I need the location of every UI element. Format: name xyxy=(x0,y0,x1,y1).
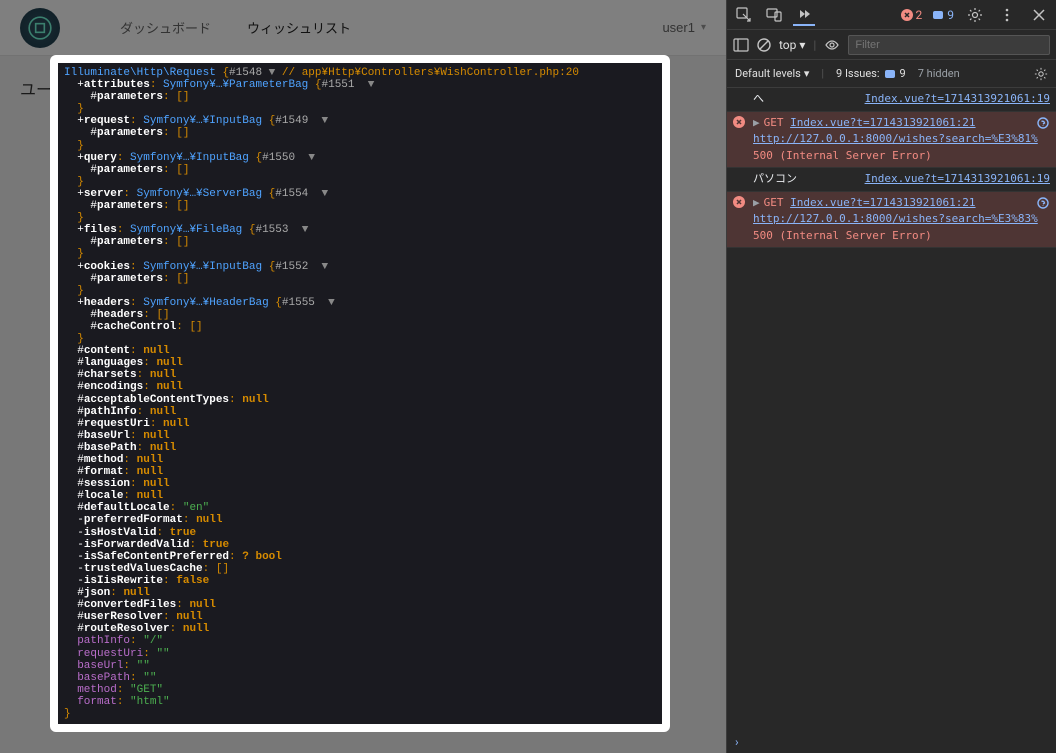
console-error: ▶ GET Index.vue?t=1714313921061:21 http://… xyxy=(727,192,1056,249)
console-error: ▶ GET Index.vue?t=1714313921061:21 http://… xyxy=(727,112,1056,169)
explain-ai-icon[interactable] xyxy=(1036,116,1050,130)
var-dump: Illuminate\Http\Request {#1548 ▼ // app¥… xyxy=(58,63,662,724)
caret-down-icon: ▾ xyxy=(799,38,805,52)
source-link[interactable]: Index.vue?t=1714313921061:19 xyxy=(865,171,1050,188)
error-icon xyxy=(733,116,745,128)
log-text: へ xyxy=(753,92,764,105)
console-settings-icon[interactable] xyxy=(1034,67,1048,81)
explain-ai-icon[interactable] xyxy=(1036,196,1050,210)
request-url-link[interactable]: http://127.0.0.1:8000/wishes?search=%E3%… xyxy=(753,212,1038,225)
settings-icon[interactable] xyxy=(964,4,986,26)
console-log: Index.vue?t=1714313921061:19 パソコン xyxy=(727,168,1056,192)
warning-count: 9 xyxy=(947,8,954,22)
kebab-menu-icon[interactable] xyxy=(996,4,1018,26)
status-text: 500 (Internal Server Error) xyxy=(753,229,932,242)
issues-indicator[interactable]: 9 Issues: 9 xyxy=(836,67,906,80)
caret-down-icon: ▾ xyxy=(804,67,810,80)
status-text: 500 (Internal Server Error) xyxy=(753,149,932,162)
console-toolbar: top ▾ | xyxy=(727,30,1056,60)
console-prompt[interactable]: › xyxy=(727,731,1056,753)
clear-console-icon[interactable] xyxy=(757,38,771,52)
more-tabs-icon[interactable] xyxy=(793,4,815,26)
close-icon[interactable] xyxy=(1028,4,1050,26)
log-text: パソコン xyxy=(753,172,797,185)
console-output: Index.vue?t=1714313921061:19 へ ▶ GET Index.… xyxy=(727,88,1056,731)
console-log: Index.vue?t=1714313921061:19 へ xyxy=(727,88,1056,112)
prompt-caret-icon: › xyxy=(735,735,739,749)
error-icon xyxy=(733,196,745,208)
source-link[interactable]: Index.vue?t=1714313921061:21 xyxy=(790,116,975,129)
levels-label: Default levels xyxy=(735,67,801,80)
devtools-panel: 2 9 top ▾ | xyxy=(726,0,1056,753)
devtools-tabbar: 2 9 xyxy=(727,0,1056,30)
hidden-count: 7 hidden xyxy=(918,67,960,80)
expand-icon[interactable]: ▶ xyxy=(753,196,760,209)
device-toggle-icon[interactable] xyxy=(763,4,785,26)
request-url-link[interactable]: http://127.0.0.1:8000/wishes?search=%E3%… xyxy=(753,132,1038,145)
source-link[interactable]: Index.vue?t=1714313921061:19 xyxy=(865,91,1050,108)
sidebar-toggle-icon[interactable] xyxy=(733,37,749,53)
http-method: GET xyxy=(764,196,784,209)
log-levels-dropdown[interactable]: Default levels ▾ xyxy=(735,67,809,80)
error-count: 2 xyxy=(916,8,923,22)
source-link[interactable]: Index.vue?t=1714313921061:21 xyxy=(790,196,975,209)
http-method: GET xyxy=(764,116,784,129)
expand-icon[interactable]: ▶ xyxy=(753,116,760,129)
issues-label: 9 Issues: xyxy=(836,67,880,80)
filter-input[interactable] xyxy=(848,35,1050,55)
inspect-icon[interactable] xyxy=(733,4,755,26)
context-label: top xyxy=(779,38,796,52)
error-count-badge[interactable]: 2 xyxy=(901,8,923,22)
context-selector[interactable]: top ▾ xyxy=(779,38,805,52)
live-expression-icon[interactable] xyxy=(824,37,840,53)
console-settings-bar: Default levels ▾ | 9 Issues: 9 7 hidden xyxy=(727,60,1056,88)
warning-count-badge[interactable]: 9 xyxy=(932,8,954,22)
issues-count: 9 xyxy=(900,67,906,80)
dump-modal: Illuminate\Http\Request {#1548 ▼ // app¥… xyxy=(50,55,670,732)
